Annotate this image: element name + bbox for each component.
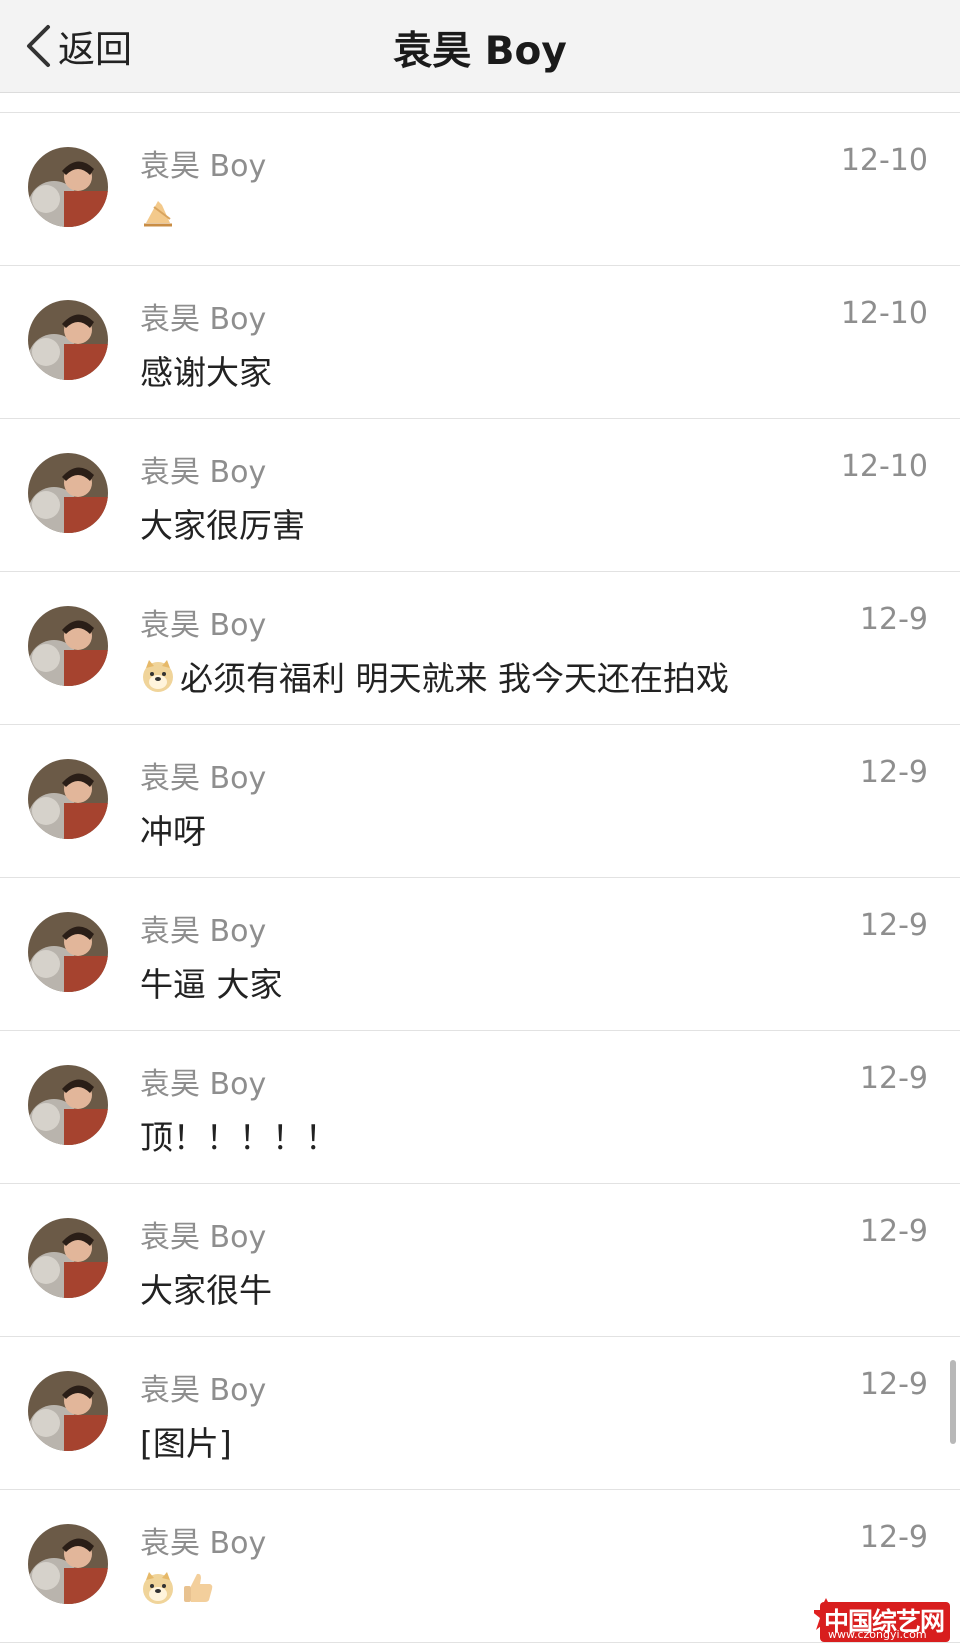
sender-name: 袁昊 Boy bbox=[140, 1067, 267, 1102]
message-text: 感谢大家 bbox=[140, 353, 272, 392]
message-preview: 牛逼 大家 bbox=[140, 958, 283, 1006]
message-preview bbox=[140, 193, 180, 229]
message-preview: 顶！！！！！ bbox=[140, 1111, 338, 1159]
conversation-row[interactable]: 袁昊 Boy 12-9 必须有福利 明天就来 我今天还在拍戏 bbox=[0, 572, 960, 725]
conversation-row[interactable]: 袁昊 Boy 12-9 大家很牛 bbox=[0, 1184, 960, 1337]
conversation-list: 袁昊 Boy 12-10 袁昊 Boy 12-10 感谢大家 袁昊 Boy 12-10 大… bbox=[0, 112, 960, 1643]
avatar[interactable] bbox=[28, 147, 108, 227]
message-text: 冲呀 bbox=[140, 812, 206, 851]
message-preview: 感谢大家 bbox=[140, 346, 272, 394]
avatar[interactable] bbox=[28, 1371, 108, 1451]
sender-name: 袁昊 Boy bbox=[140, 761, 267, 796]
message-date: 12-9 bbox=[859, 755, 928, 790]
watermark-logo: 中国综艺网 www.czongyi.com bbox=[810, 1592, 952, 1644]
message-text: [图片] bbox=[140, 1424, 232, 1463]
message-date: 12-9 bbox=[859, 1367, 928, 1402]
message-preview: 大家很厉害 bbox=[140, 499, 305, 547]
message-date: 12-9 bbox=[859, 1061, 928, 1096]
message-preview: 必须有福利 明天就来 我今天还在拍戏 bbox=[140, 652, 729, 700]
message-text: 牛逼 大家 bbox=[140, 965, 283, 1004]
message-preview bbox=[140, 1570, 220, 1606]
message-text: 顶！！！！！ bbox=[140, 1118, 338, 1157]
sender-name: 袁昊 Boy bbox=[140, 1220, 267, 1255]
message-text: 大家很厉害 bbox=[140, 506, 305, 545]
conversation-row[interactable]: 袁昊 Boy 12-10 bbox=[0, 113, 960, 266]
sender-name: 袁昊 Boy bbox=[140, 1526, 267, 1561]
sender-name: 袁昊 Boy bbox=[140, 608, 267, 643]
conversation-row[interactable]: 袁昊 Boy 12-9 [图片] bbox=[0, 1337, 960, 1490]
message-date: 12-9 bbox=[859, 602, 928, 637]
message-date: 12-10 bbox=[840, 296, 928, 331]
avatar[interactable] bbox=[28, 300, 108, 380]
thumbs-up-icon bbox=[180, 1570, 216, 1606]
message-date: 12-10 bbox=[840, 449, 928, 484]
page-title: 袁昊 Boy bbox=[393, 29, 567, 74]
message-preview: [图片] bbox=[140, 1417, 232, 1465]
conversation-row[interactable]: 袁昊 Boy 12-9 顶！！！！！ bbox=[0, 1031, 960, 1184]
watermark-url: www.czongyi.com bbox=[828, 1628, 927, 1641]
message-date: 12-9 bbox=[859, 1520, 928, 1555]
doge-icon bbox=[140, 1570, 176, 1606]
message-text: 必须有福利 明天就来 我今天还在拍戏 bbox=[180, 659, 729, 698]
sender-name: 袁昊 Boy bbox=[140, 1373, 267, 1408]
message-date: 12-10 bbox=[840, 143, 928, 178]
sender-name: 袁昊 Boy bbox=[140, 149, 267, 184]
message-date: 12-9 bbox=[859, 1214, 928, 1249]
sender-name: 袁昊 Boy bbox=[140, 914, 267, 949]
avatar[interactable] bbox=[28, 1065, 108, 1145]
avatar[interactable] bbox=[28, 759, 108, 839]
conversation-row[interactable]: 袁昊 Boy 12-10 感谢大家 bbox=[0, 266, 960, 419]
conversation-row[interactable]: 袁昊 Boy 12-9 牛逼 大家 bbox=[0, 878, 960, 1031]
sender-name: 袁昊 Boy bbox=[140, 455, 267, 490]
scrollbar[interactable] bbox=[950, 1360, 956, 1444]
doge-icon bbox=[140, 658, 176, 694]
avatar[interactable] bbox=[28, 1218, 108, 1298]
pray-hands-icon bbox=[140, 193, 176, 229]
message-text: 大家很牛 bbox=[140, 1271, 272, 1310]
avatar[interactable] bbox=[28, 453, 108, 533]
message-date: 12-9 bbox=[859, 908, 928, 943]
message-preview: 大家很牛 bbox=[140, 1264, 272, 1312]
conversation-row[interactable]: 袁昊 Boy 12-9 冲呀 bbox=[0, 725, 960, 878]
sender-name: 袁昊 Boy bbox=[140, 302, 267, 337]
avatar[interactable] bbox=[28, 606, 108, 686]
message-preview: 冲呀 bbox=[140, 805, 206, 853]
navigation-bar: 返回 袁昊 Boy bbox=[0, 0, 960, 93]
avatar[interactable] bbox=[28, 912, 108, 992]
conversation-row[interactable]: 袁昊 Boy 12-10 大家很厉害 bbox=[0, 419, 960, 572]
avatar[interactable] bbox=[28, 1524, 108, 1604]
